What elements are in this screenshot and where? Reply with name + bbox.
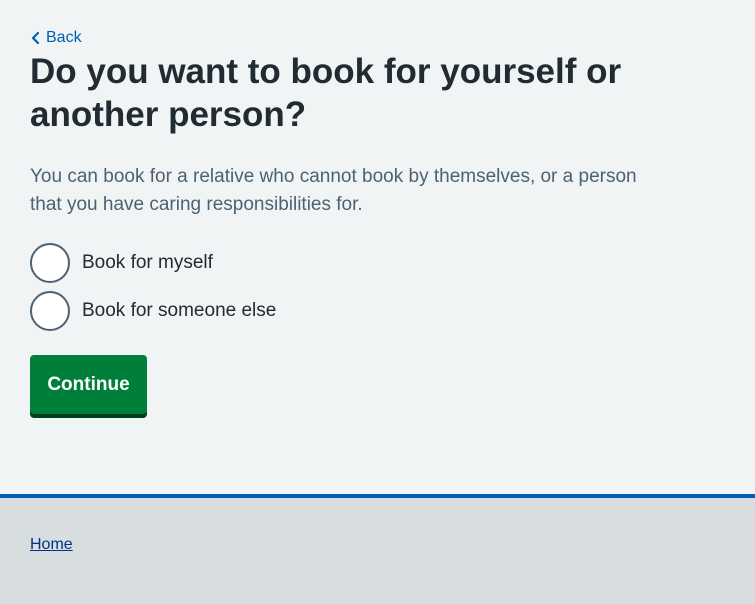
continue-button[interactable]: Continue [30, 355, 147, 414]
footer-home-link[interactable]: Home [30, 536, 73, 554]
booking-options: Book for myself Book for someone else [30, 243, 276, 339]
radio-book-for-myself[interactable]: Book for myself [30, 243, 276, 283]
radio-book-for-someone-else[interactable]: Book for someone else [30, 291, 276, 331]
radio-button[interactable] [30, 243, 70, 283]
chevron-left-icon [30, 31, 42, 45]
back-link[interactable]: Back [30, 29, 82, 47]
back-link-label: Back [46, 29, 82, 46]
footer: Home [0, 494, 755, 604]
page-title: Do you want to book for yourself or anot… [30, 52, 622, 134]
radio-label[interactable]: Book for myself [82, 252, 213, 274]
page-hint: You can book for a relative who cannot b… [30, 166, 637, 215]
radio-button[interactable] [30, 291, 70, 331]
radio-label[interactable]: Book for someone else [82, 300, 276, 322]
